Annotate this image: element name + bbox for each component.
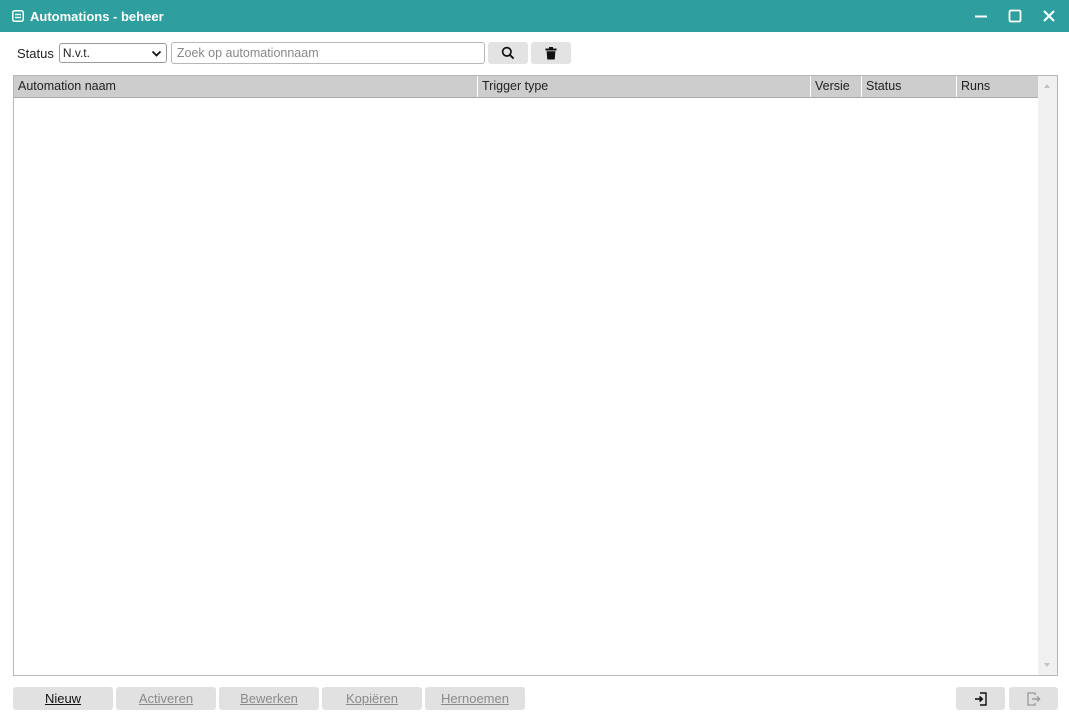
exit-button[interactable] — [1009, 687, 1058, 710]
rename-button[interactable]: Hernoemen — [425, 687, 525, 710]
close-icon — [1043, 10, 1055, 22]
minimize-button[interactable] — [969, 4, 993, 28]
column-header-runs[interactable]: Runs — [957, 76, 1038, 97]
window-controls — [969, 0, 1061, 32]
import-button[interactable] — [956, 687, 1005, 710]
activate-button[interactable]: Activeren — [116, 687, 216, 710]
right-action-bar — [956, 687, 1058, 710]
automations-table: Automation naam Trigger type Versie Stat… — [13, 75, 1058, 676]
status-select[interactable]: N.v.t. — [58, 43, 167, 63]
column-header-status[interactable]: Status — [862, 76, 957, 97]
search-icon — [501, 46, 515, 60]
status-filter-label: Status — [17, 45, 54, 61]
action-bar: Nieuw Activeren Bewerken Kopiëren Hernoe… — [13, 687, 525, 710]
chevron-down-icon — [151, 50, 161, 57]
copy-button[interactable]: Kopiëren — [322, 687, 422, 710]
window-icon — [12, 10, 24, 22]
exit-icon — [1026, 691, 1041, 706]
search-button[interactable] — [487, 42, 528, 64]
edit-button[interactable]: Bewerken — [219, 687, 319, 710]
filter-bar: Status N.v.t. — [17, 42, 571, 64]
close-button[interactable] — [1037, 4, 1061, 28]
trash-icon — [545, 46, 557, 59]
automations-window: Automations - beheer Status N.v.t. Zoek … — [0, 0, 1069, 720]
scroll-down-icon[interactable] — [1044, 663, 1050, 667]
clear-filter-button[interactable] — [530, 42, 571, 64]
status-select-value: N.v.t. — [62, 46, 90, 60]
maximize-button[interactable] — [1003, 4, 1027, 28]
search-input[interactable] — [170, 42, 485, 64]
vertical-scrollbar[interactable] — [1038, 76, 1057, 675]
column-header-trigger-type[interactable]: Trigger type — [478, 76, 811, 97]
new-button[interactable]: Nieuw — [13, 687, 113, 710]
table-header: Automation naam Trigger type Versie Stat… — [14, 76, 1038, 98]
scroll-up-icon[interactable] — [1044, 84, 1050, 88]
import-icon — [974, 691, 987, 706]
minimize-icon — [975, 15, 987, 18]
column-header-version[interactable]: Versie — [811, 76, 862, 97]
title-bar: Automations - beheer — [0, 0, 1069, 32]
column-header-automation-name[interactable]: Automation naam — [14, 76, 478, 97]
window-title: Automations - beheer — [30, 8, 164, 24]
maximize-icon — [1008, 9, 1022, 23]
